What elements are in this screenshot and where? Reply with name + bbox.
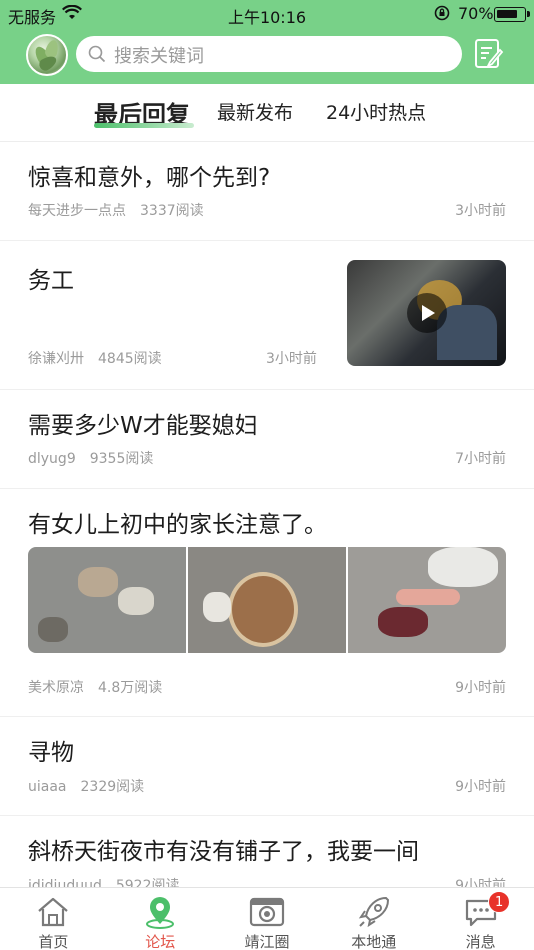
app-header: 无服务 上午10:16 70% 搜索关键词 <box>0 0 534 84</box>
post-time: 3小时前 <box>266 351 317 367</box>
post-title: 惊喜和意外，哪个先到? <box>28 165 271 191</box>
map-pin-icon <box>142 894 178 930</box>
tabbar-label: 论坛 <box>145 933 176 950</box>
tabbar-label: 靖江圈 <box>244 933 290 950</box>
post-author: uiaaa <box>28 779 67 795</box>
tabbar-label: 本地通 <box>351 933 397 950</box>
post-item[interactable]: 寻物 uiaaa 2329阅读 9小时前 <box>0 717 534 816</box>
unread-badge: 1 <box>488 891 511 913</box>
post-author: 美术原凉 <box>28 680 84 696</box>
post-image[interactable] <box>188 547 346 653</box>
post-title: 斜桥天街夜市有没有铺子了，我要一间 <box>28 839 419 865</box>
post-reads: 4.8万阅读 <box>98 680 163 696</box>
play-icon[interactable] <box>407 293 447 333</box>
post-title: 务工 <box>28 268 74 294</box>
status-time: 上午10:16 <box>227 8 307 27</box>
post-item[interactable]: 有女儿上初中的家长注意了。 美术原凉 4.8万阅读 9小时前 <box>0 489 534 717</box>
post-item[interactable]: 需要多少W才能娶媳妇 dlyug9 9355阅读 7小时前 <box>0 390 534 489</box>
avatar[interactable] <box>26 34 68 76</box>
post-author: 徐谦刈卅 <box>28 351 84 367</box>
post-reads: 3337阅读 <box>140 203 204 219</box>
search-input[interactable]: 搜索关键词 <box>76 36 462 72</box>
post-title: 寻物 <box>28 740 74 766</box>
active-tab-indicator <box>94 123 194 128</box>
tabbar-label: 首页 <box>38 933 69 950</box>
tabbar-item-home[interactable]: 首页 <box>0 888 107 950</box>
post-time: 7小时前 <box>455 451 506 467</box>
tabbar-item-forum[interactable]: 论坛 <box>107 888 214 950</box>
bottom-tab-bar: 首页 论坛 靖江圈 本地通 1 消息 <box>0 887 534 950</box>
post-item[interactable]: 务工 徐谦刈卅 4845阅读 3小时前 <box>0 241 534 390</box>
sort-tabs: 最后回复 最新发布 24小时热点 <box>0 84 534 142</box>
post-image[interactable] <box>348 547 506 653</box>
post-time: 9小时前 <box>455 779 506 795</box>
post-meta: uiaaa 2329阅读 <box>28 776 144 796</box>
post-title: 需要多少W才能娶媳妇 <box>28 413 258 439</box>
post-reads: 2329阅读 <box>80 779 145 795</box>
post-time: 3小时前 <box>455 203 506 219</box>
home-icon <box>35 894 71 930</box>
post-author: dlyug9 <box>28 451 76 467</box>
post-author: 每天进步一点点 <box>28 203 126 219</box>
post-meta: 美术原凉 4.8万阅读 <box>28 677 162 697</box>
post-meta: 徐谦刈卅 4845阅读 <box>28 348 162 368</box>
tabbar-item-local-service[interactable]: 本地通 <box>320 888 427 950</box>
tabbar-label: 消息 <box>465 933 496 950</box>
rocket-icon <box>356 894 392 930</box>
battery-percent: 70% <box>458 4 494 23</box>
post-meta: 每天进步一点点 3337阅读 <box>28 200 204 220</box>
post-item[interactable]: 惊喜和意外，哪个先到? 每天进步一点点 3337阅读 3小时前 <box>0 142 534 241</box>
status-bar: 无服务 上午10:16 70% <box>0 0 534 28</box>
post-item[interactable]: 斜桥天街夜市有没有铺子了，我要一间 ididiuduud 5922阅读 9小时前 <box>0 816 534 896</box>
post-image-row <box>28 547 506 653</box>
compose-icon[interactable] <box>474 38 504 74</box>
camera-icon <box>249 894 285 930</box>
post-image[interactable] <box>28 547 186 653</box>
tabbar-item-messages[interactable]: 1 消息 <box>427 888 534 950</box>
post-time: 9小时前 <box>455 680 506 696</box>
video-thumbnail[interactable] <box>347 260 506 366</box>
tabbar-item-jingjiang-circle[interactable]: 靖江圈 <box>214 888 321 950</box>
search-icon <box>88 45 106 67</box>
battery-icon <box>494 7 530 22</box>
post-reads: 9355阅读 <box>89 451 154 467</box>
post-title: 有女儿上初中的家长注意了。 <box>28 512 327 538</box>
tab-24h-hot[interactable]: 24小时热点 <box>326 98 426 125</box>
post-meta: dlyug9 9355阅读 <box>28 448 153 468</box>
search-placeholder: 搜索关键词 <box>114 46 204 67</box>
post-reads: 4845阅读 <box>98 351 162 367</box>
rotation-lock-icon <box>434 5 450 25</box>
tab-newest[interactable]: 最新发布 <box>217 98 293 125</box>
